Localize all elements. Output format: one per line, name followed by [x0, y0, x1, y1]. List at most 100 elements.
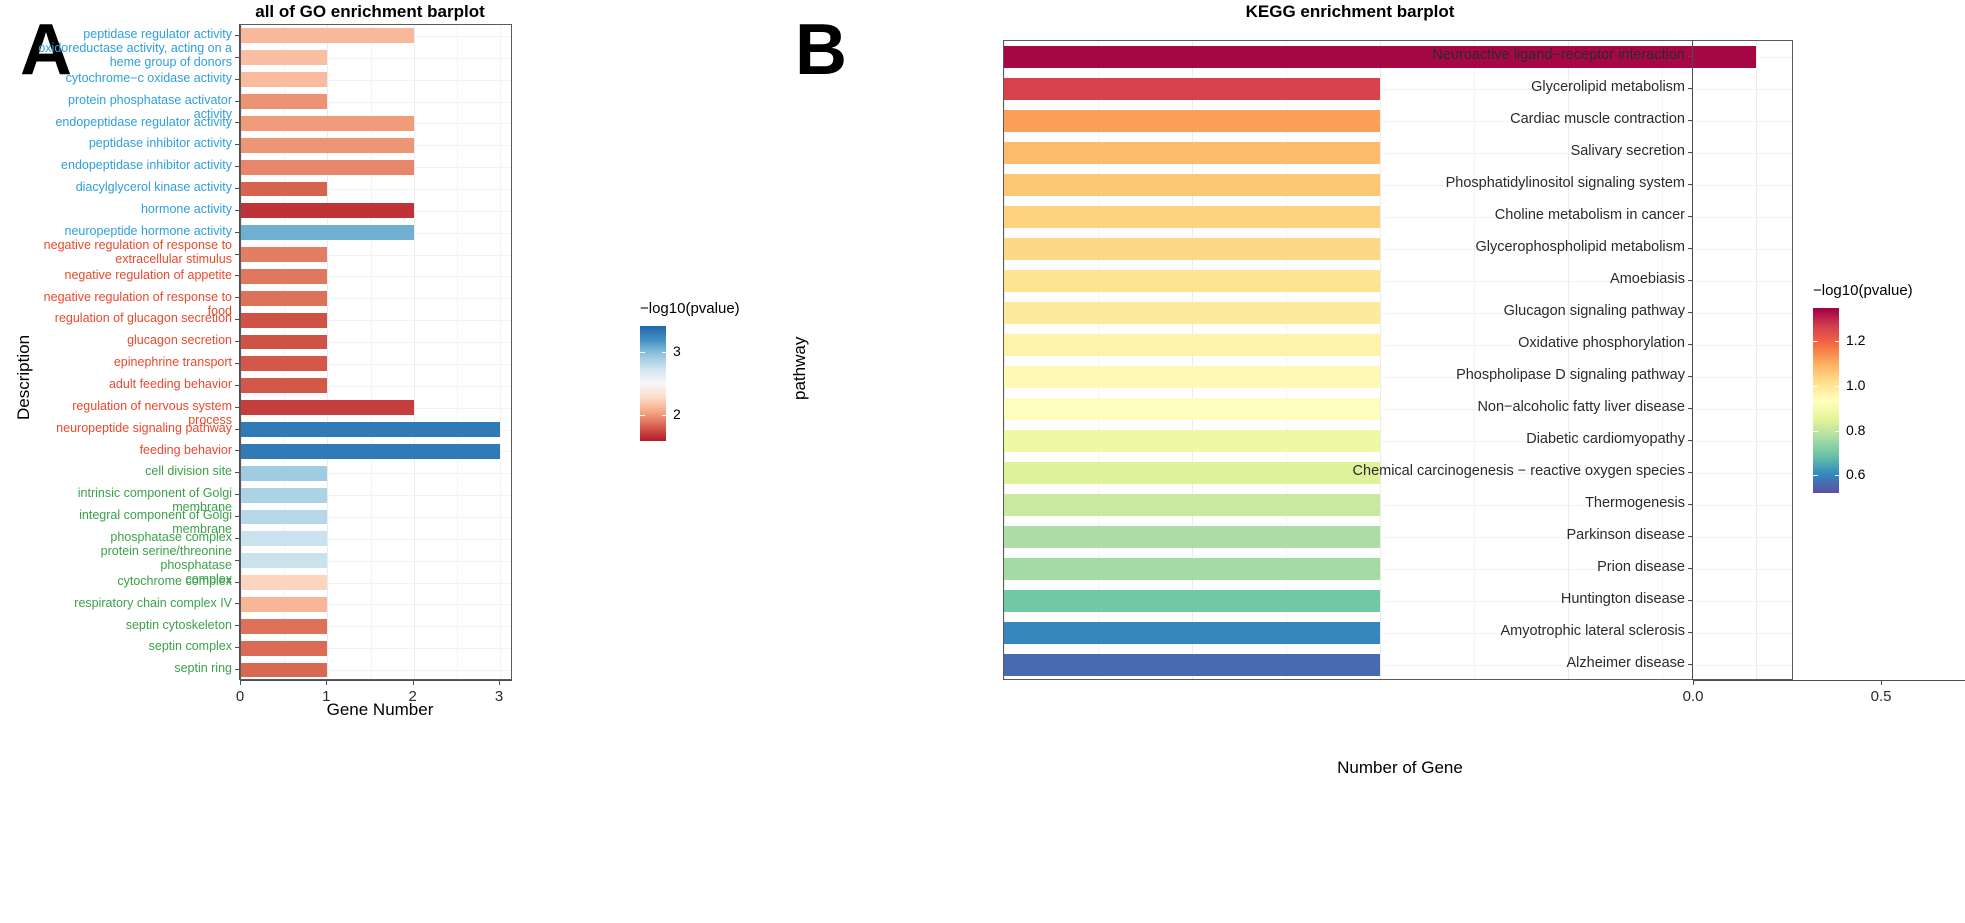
bar[interactable]	[241, 443, 501, 459]
bar[interactable]	[241, 640, 328, 656]
bar[interactable]	[241, 356, 328, 372]
y-axis-label: Amyotrophic lateral sclerosis	[1500, 623, 1685, 639]
bar[interactable]	[241, 597, 328, 612]
bar[interactable]	[241, 94, 328, 109]
x-axis-tick	[499, 680, 501, 685]
legend-tick-label: 3	[673, 342, 681, 359]
y-axis-label: Neuroactive ligand−receptor interaction	[1432, 47, 1685, 63]
bar[interactable]	[241, 203, 414, 219]
bar[interactable]	[241, 553, 328, 569]
bar[interactable]	[241, 531, 328, 547]
legend-tick-label: 1.0	[1846, 377, 1866, 393]
legend-gradient-bar	[640, 326, 666, 441]
x-axis-tick	[412, 680, 414, 685]
y-axis-label: regulation of glucagon secretion	[54, 311, 232, 326]
legend-tick-label: 2	[673, 406, 681, 423]
panel-b: B KEGG enrichment barplot Neuroactive li…	[690, 0, 1965, 923]
bar[interactable]	[241, 28, 414, 44]
x-axis-tick-label: 0.5	[1870, 688, 1892, 705]
y-axis-label: phosphatase complex	[110, 530, 232, 545]
y-axis-label: Huntington disease	[1560, 591, 1685, 607]
legend-tick	[1813, 341, 1818, 343]
x-axis-tick-label: 0	[235, 688, 245, 705]
gridline-minor	[1474, 41, 1476, 679]
bar[interactable]	[241, 50, 328, 66]
legend-tick	[640, 415, 645, 417]
legend-tick-label: 1.2	[1846, 332, 1866, 349]
bar[interactable]	[241, 509, 328, 525]
bar[interactable]	[241, 422, 501, 437]
bar[interactable]	[241, 269, 328, 284]
bar[interactable]	[241, 115, 414, 131]
x-axis-tick-label: 0.0	[1682, 688, 1704, 705]
y-axis-label: Oxidative phosphorylation	[1518, 335, 1685, 351]
legend-tick	[1835, 475, 1839, 477]
y-axis-label: Prion disease	[1597, 559, 1685, 575]
legend-tick	[1813, 386, 1818, 387]
y-axis-label: Amoebiasis	[1610, 271, 1685, 287]
legend-gradient-bar	[1813, 308, 1839, 493]
bar[interactable]	[241, 334, 328, 350]
bar[interactable]	[241, 465, 328, 481]
y-axis-label: Glycerolipid metabolism	[1531, 79, 1685, 95]
legend-tick	[640, 351, 645, 353]
bar[interactable]	[241, 378, 328, 394]
gridline-major	[1568, 41, 1570, 679]
y-axis-label: negative regulation of appetite	[64, 267, 233, 282]
legend-tick-label: 0.8	[1846, 421, 1866, 438]
bar[interactable]	[241, 137, 414, 153]
y-axis-label: neuropeptide signaling pathway	[56, 420, 232, 435]
y-axis-label: Glucagon signaling pathway	[1503, 303, 1685, 319]
legend-tick	[1813, 475, 1818, 477]
bar[interactable]	[241, 575, 328, 591]
y-axis-label: septin ring	[174, 661, 232, 676]
y-axis-label: peptidase regulator activity	[83, 27, 232, 42]
y-axis-label: peptidase inhibitor activity	[88, 136, 232, 151]
bar[interactable]	[241, 618, 328, 634]
x-axis-line	[1693, 680, 1965, 681]
panel-b-y-axis-title: pathway	[790, 336, 809, 400]
panel-b-title: KEGG enrichment barplot	[1245, 2, 1455, 21]
y-axis-label: respiratory chain complex IV	[74, 595, 232, 610]
y-axis-label: glucagon secretion	[127, 333, 232, 348]
y-axis-label: septin cytoskeleton	[125, 617, 232, 632]
bar[interactable]	[241, 290, 328, 306]
panel-a: A all of GO enrichment barplot peptidase…	[0, 0, 790, 923]
panel-a-x-axis-title: Gene Number	[326, 700, 434, 719]
y-axis-label: oxidoreductase activity, acting on a hem…	[38, 41, 232, 70]
y-axis-label: hormone activity	[140, 202, 232, 217]
y-axis-label: cell division site	[145, 464, 232, 479]
bar[interactable]	[241, 72, 328, 88]
bar[interactable]	[241, 662, 328, 678]
y-axis-label: septin complex	[148, 639, 232, 654]
bar[interactable]	[241, 247, 328, 263]
y-axis-label: cytochrome complex	[117, 573, 232, 588]
bar[interactable]	[241, 159, 414, 175]
x-axis-tick	[240, 680, 241, 685]
y-axis-label: Choline metabolism in cancer	[1494, 207, 1685, 223]
panel-b-x-axis-title: Number of Gene	[1337, 758, 1463, 777]
figure-root: A all of GO enrichment barplot peptidase…	[0, 0, 1965, 923]
bar[interactable]	[241, 487, 328, 503]
y-axis-label: endopeptidase inhibitor activity	[61, 158, 232, 173]
legend-tick-label: 0.6	[1846, 466, 1866, 483]
y-axis-label: Alzheimer disease	[1566, 655, 1685, 671]
panel-a-y-axis-title: Description	[14, 334, 33, 420]
bar[interactable]	[241, 400, 414, 416]
y-axis-label: neuropeptide hormone activity	[64, 223, 232, 238]
y-axis-line	[239, 24, 240, 680]
y-axis-label: Non−alcoholic fatty liver disease	[1477, 399, 1685, 415]
gridline-minor	[1286, 41, 1288, 679]
y-axis-label: Glycerophospholipid metabolism	[1475, 239, 1685, 255]
y-axis-label: Cardiac muscle contraction	[1510, 111, 1685, 127]
y-axis-label: diacylglycerol kinase activity	[75, 180, 232, 195]
gridline-major	[1756, 41, 1758, 679]
bar[interactable]	[241, 181, 328, 197]
x-axis-tick-label: 3	[494, 688, 504, 705]
gridline-major	[1192, 41, 1194, 679]
legend-tick	[1835, 386, 1839, 387]
x-axis-tick	[1881, 680, 1883, 685]
bar[interactable]	[241, 225, 414, 241]
bar[interactable]	[241, 312, 328, 328]
legend-tick	[662, 351, 666, 353]
